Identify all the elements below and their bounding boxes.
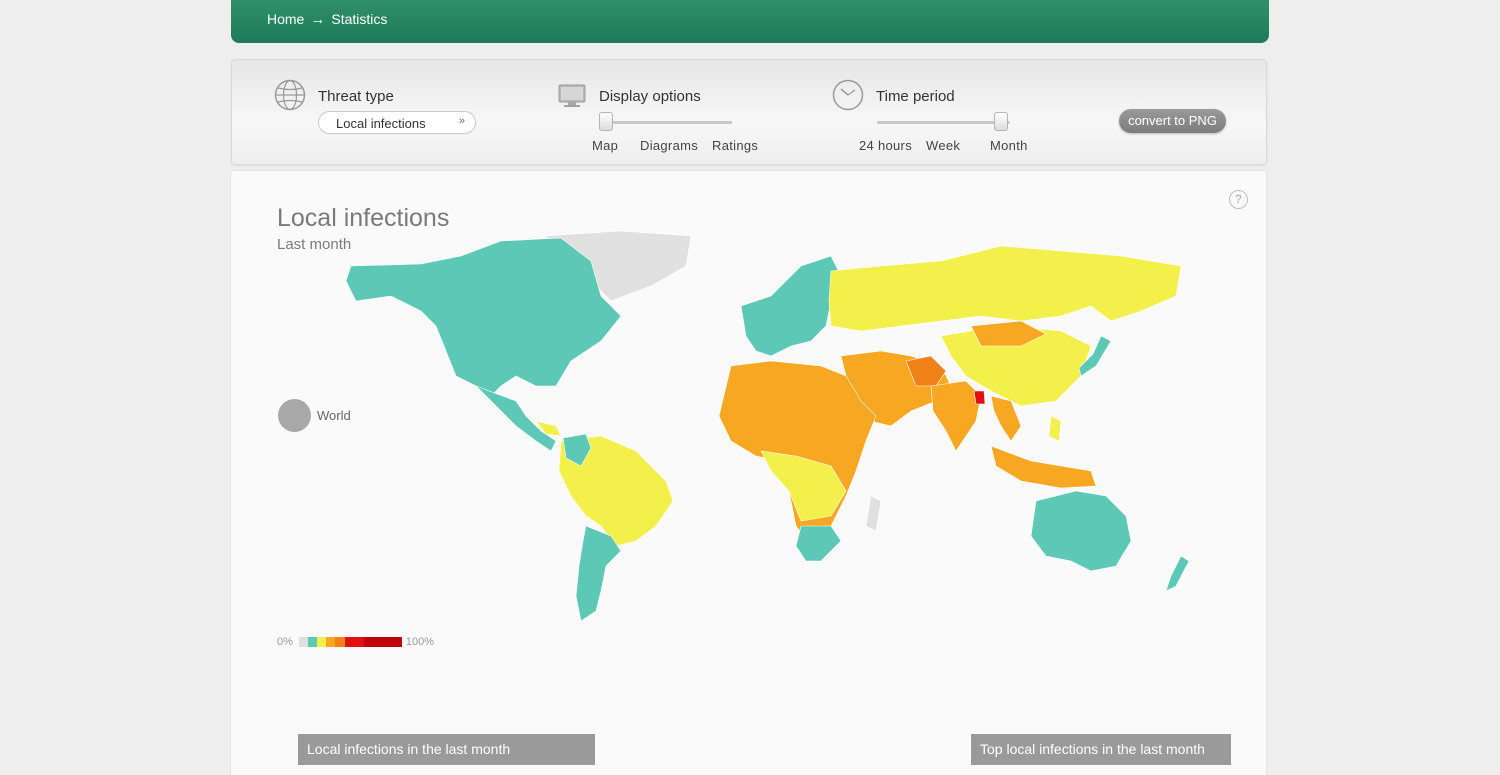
world-map[interactable] [301, 226, 1201, 626]
section-tab-local-infections[interactable]: Local infections in the last month [298, 734, 595, 765]
time-period-slider-track[interactable] [877, 121, 1010, 124]
header-bar: Home → Statistics [231, 0, 1269, 43]
map-region-philippines[interactable] [1048, 415, 1062, 442]
breadcrumb: Home → Statistics [267, 11, 387, 28]
map-region-bangladesh[interactable] [973, 390, 986, 405]
threat-type-title: Threat type [318, 88, 394, 105]
legend-color-bar [298, 637, 402, 647]
time-option-week[interactable]: Week [926, 138, 960, 153]
monitor-icon [558, 84, 586, 107]
globe-icon [274, 79, 306, 111]
map-region-north-america[interactable] [345, 237, 622, 397]
world-marker[interactable] [278, 399, 311, 432]
map-region-india[interactable] [930, 380, 982, 452]
map-region-madagascar[interactable] [865, 495, 882, 532]
legend-swatch-max [363, 637, 402, 647]
breadcrumb-home-link[interactable]: Home [267, 11, 304, 28]
display-options-slider-track[interactable] [599, 121, 732, 124]
display-options-slider-handle[interactable] [599, 112, 613, 131]
map-panel: ? Local infections Last month World 0% 1… [230, 170, 1267, 775]
display-option-map[interactable]: Map [592, 138, 618, 153]
display-option-diagrams[interactable]: Diagrams [640, 138, 698, 153]
chevron-down-icon: » [458, 115, 465, 127]
breadcrumb-current: Statistics [331, 11, 388, 27]
legend-swatch-low [307, 637, 317, 647]
help-icon[interactable]: ? [1229, 190, 1248, 209]
map-region-central-america[interactable] [475, 385, 557, 452]
legend-min-label: 0% [277, 636, 293, 648]
map-region-australia[interactable] [1030, 490, 1132, 572]
time-option-24-hours[interactable]: 24 hours [859, 138, 912, 153]
map-region-south-africa[interactable] [795, 525, 842, 562]
legend-swatch-high [325, 637, 335, 647]
time-period-slider-handle[interactable] [994, 112, 1008, 131]
map-region-new-zealand[interactable] [1165, 555, 1190, 592]
legend-swatch-higher [334, 637, 345, 647]
map-region-russia[interactable] [828, 245, 1182, 332]
world-label[interactable]: World [317, 408, 351, 423]
map-region-indonesia[interactable] [990, 445, 1097, 489]
legend-swatch-no-data [298, 637, 308, 647]
section-tab-top-local-infections[interactable]: Top local infections in the last month [971, 734, 1231, 765]
clock-icon [832, 79, 864, 111]
map-legend: 0% 100% [277, 636, 434, 648]
breadcrumb-arrow: → [310, 11, 326, 28]
controls-panel: Threat type Local infections » Display o… [231, 59, 1267, 165]
display-option-ratings[interactable]: Ratings [712, 138, 758, 153]
legend-max-label: 100% [405, 636, 435, 648]
display-options-title: Display options [599, 88, 701, 105]
threat-type-select[interactable]: Local infections » [318, 111, 476, 134]
time-option-month[interactable]: Month [990, 138, 1028, 153]
legend-swatch-highest [344, 637, 364, 647]
time-period-title: Time period [876, 88, 955, 105]
map-region-africa[interactable] [718, 360, 877, 547]
legend-swatch-medium [316, 637, 326, 647]
threat-type-value: Local infections [336, 116, 426, 131]
convert-to-png-button[interactable]: convert to PNG [1119, 109, 1226, 133]
map-region-europe[interactable] [740, 255, 842, 357]
